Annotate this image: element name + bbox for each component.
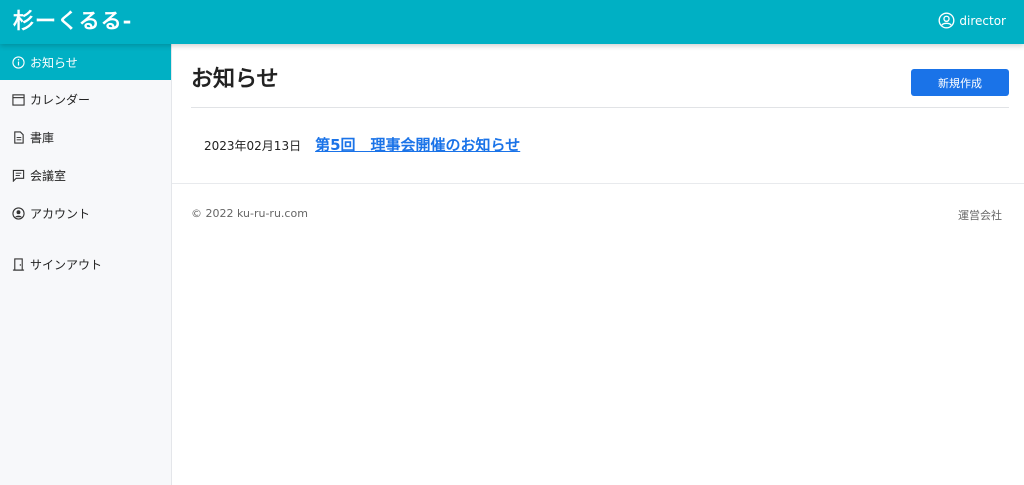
sidebar-item-account[interactable]: アカウント	[0, 194, 171, 232]
copyright-text: © 2022 ku-ru-ru.com	[191, 207, 308, 220]
sidebar-item-notices[interactable]: お知らせ	[0, 44, 171, 80]
chat-icon	[12, 169, 25, 182]
info-icon	[12, 55, 25, 69]
document-icon	[12, 130, 25, 144]
notice-date: 2023年02月13日	[204, 139, 302, 153]
list-item: 2023年02月13日 第5回 理事会開催のお知らせ	[204, 134, 520, 155]
notice-title-link[interactable]: 第5回 理事会開催のお知らせ	[315, 134, 520, 155]
user-circle-icon	[938, 12, 955, 29]
sidebar-item-label: カレンダー	[30, 92, 91, 107]
site-logo[interactable]: 杉ーくるる-	[13, 6, 132, 36]
create-new-button[interactable]: 新規作成	[911, 69, 1009, 96]
sidebar-item-label: 会議室	[30, 168, 67, 183]
footer-divider	[172, 183, 1024, 184]
account-icon	[12, 206, 25, 220]
sidebar-item-meeting-room[interactable]: 会議室	[0, 156, 171, 194]
page-title: お知らせ	[191, 67, 279, 92]
calendar-icon	[12, 93, 25, 106]
company-link[interactable]: 運営会社	[958, 207, 1002, 223]
sidebar-item-library[interactable]: 書庫	[0, 118, 171, 156]
sidebar-item-label: アカウント	[30, 206, 91, 221]
sidebar-item-calendar[interactable]: カレンダー	[0, 80, 171, 118]
main-content: お知らせ 新規作成 2023年02月13日 第5回 理事会開催のお知らせ © 2…	[172, 44, 1024, 485]
sidebar: お知らせ カレンダー 書庫 会議室 アカウント サインアウト	[0, 44, 172, 485]
user-name: director	[959, 13, 1006, 28]
sidebar-item-sign-out[interactable]: サインアウト	[0, 245, 171, 283]
title-divider	[191, 107, 1009, 108]
sidebar-item-label: 書庫	[30, 130, 55, 145]
user-menu[interactable]: director	[938, 12, 1006, 29]
door-icon	[12, 257, 25, 271]
top-bar: 杉ーくるる- director	[0, 0, 1024, 44]
sidebar-item-label: お知らせ	[30, 55, 78, 70]
sidebar-item-label: サインアウト	[30, 257, 103, 272]
